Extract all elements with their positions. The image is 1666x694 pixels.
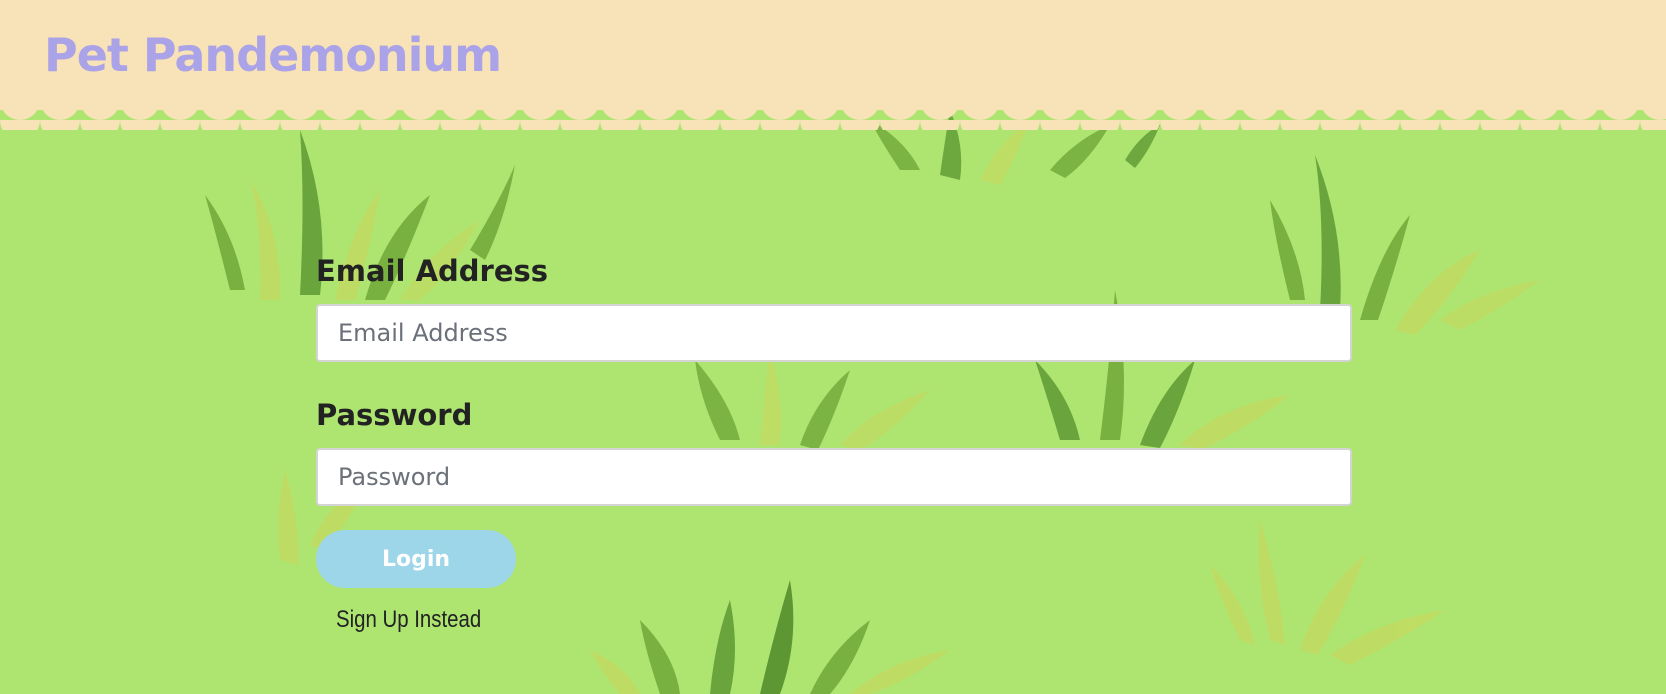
login-button[interactable]: Login: [316, 530, 516, 588]
email-field[interactable]: [316, 304, 1352, 362]
email-label: Email Address: [316, 254, 549, 288]
password-field[interactable]: [316, 448, 1352, 506]
login-form: Email Address Password Login Sign Up Ins…: [316, 250, 1352, 634]
password-label: Password: [316, 398, 473, 432]
signup-link[interactable]: Sign Up Instead: [336, 606, 481, 634]
site-logo-title[interactable]: Pet Pandemonium: [44, 28, 502, 82]
site-header: Pet Pandemonium: [0, 0, 1666, 130]
